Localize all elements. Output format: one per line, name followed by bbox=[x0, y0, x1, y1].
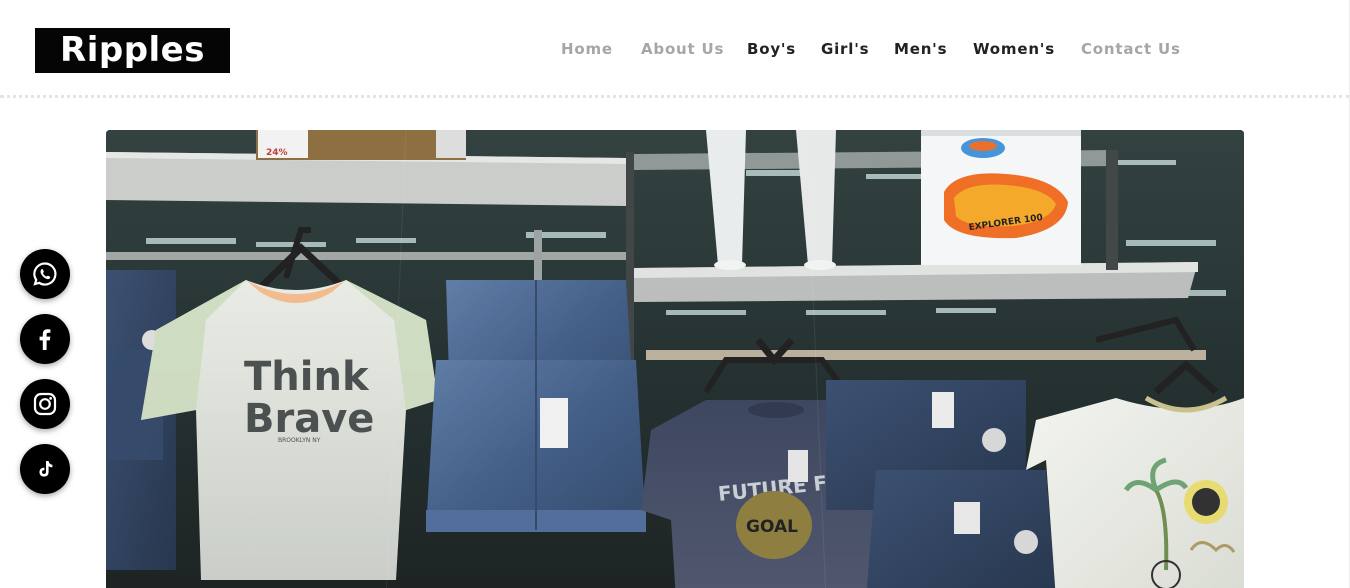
instagram-icon bbox=[32, 391, 58, 417]
nav-about-us[interactable]: About Us bbox=[641, 38, 724, 60]
instagram-button[interactable] bbox=[20, 379, 70, 429]
nav-mens[interactable]: Men's bbox=[894, 38, 947, 60]
nav-home[interactable]: Home bbox=[561, 38, 613, 60]
nav-boys[interactable]: Boy's bbox=[747, 38, 796, 60]
logo-text: Ripples bbox=[60, 29, 205, 70]
site-header: Ripples Home About Us Boy's Girl's Men's… bbox=[0, 0, 1350, 97]
nav-womens[interactable]: Women's bbox=[973, 38, 1055, 60]
nav-contact-us[interactable]: Contact Us bbox=[1081, 38, 1181, 60]
whatsapp-icon bbox=[32, 261, 58, 287]
logo[interactable]: Ripples bbox=[35, 28, 230, 73]
header-divider bbox=[0, 95, 1350, 98]
hero-image: 24% EXPLORER 100 Think Brave BROOKLYN NY… bbox=[106, 130, 1244, 588]
facebook-icon bbox=[32, 326, 58, 352]
facebook-button[interactable] bbox=[20, 314, 70, 364]
whatsapp-button[interactable] bbox=[20, 249, 70, 299]
page: Ripples Home About Us Boy's Girl's Men's… bbox=[0, 0, 1350, 588]
nav-girls[interactable]: Girl's bbox=[821, 38, 869, 60]
tiktok-icon bbox=[34, 458, 56, 480]
tiktok-button[interactable] bbox=[20, 444, 70, 494]
